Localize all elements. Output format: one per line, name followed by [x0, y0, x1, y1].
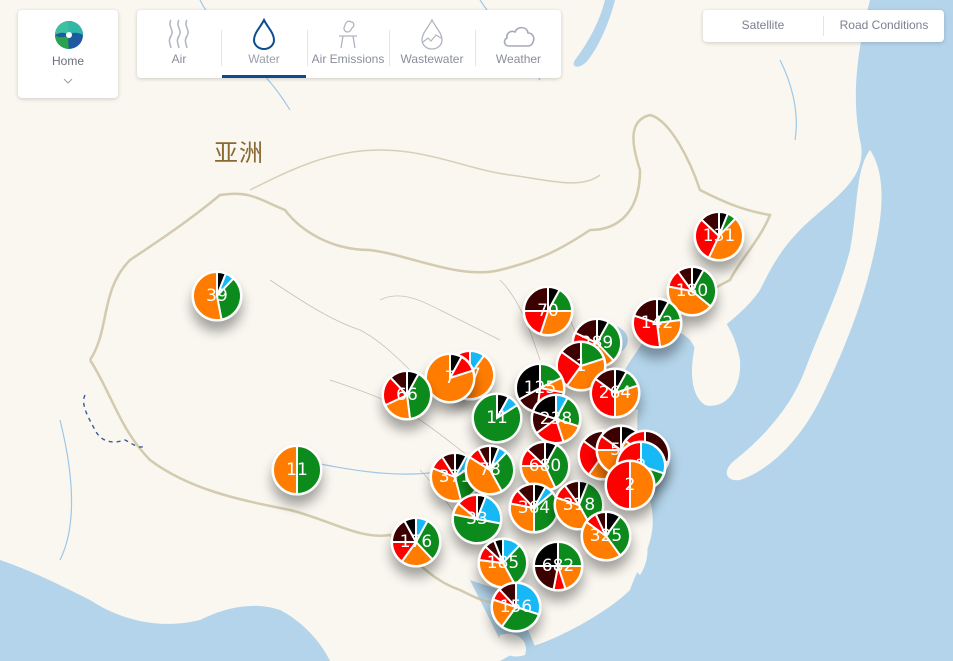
cluster-marker[interactable]: 364 — [508, 482, 560, 534]
home-menu[interactable]: Home — [18, 10, 118, 98]
cluster-marker[interactable]: 238 — [530, 393, 582, 445]
cluster-count: 680 — [529, 456, 561, 476]
cluster-count: 156 — [500, 597, 532, 617]
cluster-count: 70 — [537, 301, 559, 321]
cloud-icon — [503, 26, 535, 47]
cluster-count: 264 — [599, 383, 631, 403]
map-canvas[interactable]: 3911131180142702891264125277661123837178… — [0, 0, 953, 661]
cluster-count: 325 — [590, 526, 622, 546]
wastewater-drop-icon — [421, 18, 443, 50]
home-label: Home — [51, 54, 84, 68]
cluster-marker[interactable]: 11 — [471, 392, 523, 444]
cluster-count: 33 — [466, 509, 488, 529]
cluster-count: 142 — [641, 313, 673, 333]
tab-air-label: Air — [171, 52, 187, 66]
cluster-marker[interactable]: 66 — [381, 369, 433, 421]
cluster-marker[interactable]: 78 — [464, 444, 516, 496]
cluster-marker[interactable]: 33 — [451, 493, 503, 545]
cluster-marker[interactable]: 682 — [532, 540, 584, 592]
air-waves-icon — [168, 19, 189, 49]
app-logo-icon — [55, 21, 83, 49]
tab-weather[interactable]: Weather — [476, 10, 561, 78]
tab-wastewater-label: Wastewater — [400, 52, 464, 66]
cluster-count: 176 — [400, 532, 432, 552]
cluster-count: 66 — [396, 385, 418, 405]
chevron-down-icon[interactable] — [62, 76, 74, 86]
cluster-marker[interactable]: 70 — [522, 285, 574, 337]
water-drop-icon — [252, 18, 276, 50]
cluster-count: 78 — [479, 460, 501, 480]
cluster-marker[interactable]: 185 — [477, 537, 529, 589]
tab-water-label: Water — [248, 52, 280, 66]
cluster-count: 11 — [486, 408, 508, 428]
cluster-marker[interactable]: 131 — [693, 210, 745, 262]
tab-wastewater[interactable]: Wastewater — [390, 10, 474, 78]
cluster-marker[interactable]: 11 — [271, 444, 323, 496]
cluster-count: 682 — [542, 556, 574, 576]
tab-air-emissions-label: Air Emissions — [311, 52, 385, 66]
cluster-marker[interactable]: 2 — [604, 459, 656, 511]
cluster-count: 7 — [445, 368, 456, 388]
cluster-count: 238 — [540, 409, 572, 429]
cluster-count: 131 — [703, 226, 735, 246]
tab-air[interactable]: Air — [137, 10, 221, 78]
smokestack-icon — [339, 20, 357, 49]
cluster-count: 185 — [487, 553, 519, 573]
cluster-count: 318 — [563, 495, 595, 515]
region-label: 亚洲 — [214, 139, 264, 167]
cluster-marker[interactable]: 39 — [191, 270, 243, 322]
active-tab-indicator — [222, 75, 306, 78]
cluster-marker[interactable]: 325 — [580, 510, 632, 562]
basemap-toggle: Satellite Road Conditions — [703, 10, 944, 42]
tab-water[interactable]: Water — [222, 10, 306, 78]
cluster-marker[interactable]: 156 — [490, 581, 542, 633]
cluster-count: 2 — [625, 475, 636, 495]
cluster-count: 1 — [576, 356, 587, 376]
tab-air-emissions[interactable]: Air Emissions — [308, 10, 388, 78]
layer-tabs: Air Water Air Emissions Wastewater Weath… — [137, 10, 561, 78]
satellite-button[interactable]: Satellite — [703, 10, 823, 42]
cluster-count: 180 — [676, 281, 708, 301]
cluster-marker[interactable]: 264 — [589, 367, 641, 419]
road-conditions-button[interactable]: Road Conditions — [824, 10, 944, 42]
tab-weather-label: Weather — [495, 52, 542, 66]
cluster-count: 364 — [518, 498, 550, 518]
cluster-count: 39 — [206, 286, 228, 306]
cluster-marker[interactable]: 176 — [390, 516, 442, 568]
cluster-count: 11 — [286, 460, 308, 480]
cluster-marker[interactable]: 142 — [631, 297, 683, 349]
